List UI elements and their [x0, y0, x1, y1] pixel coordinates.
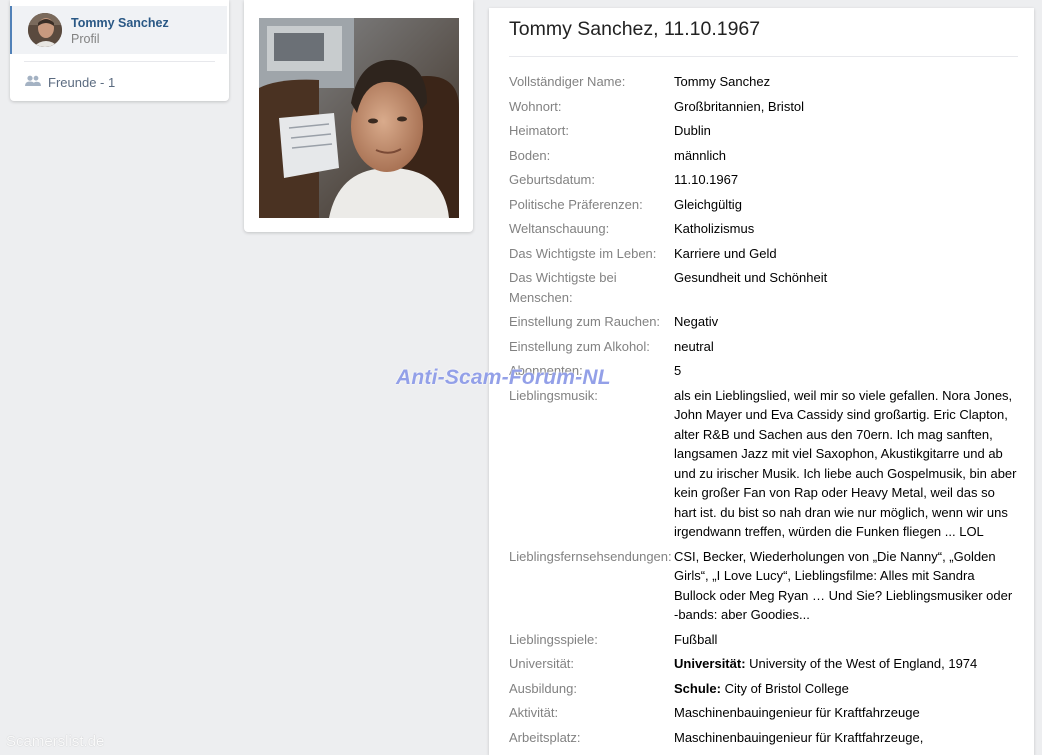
sidebar-profile-name[interactable]: Tommy Sanchez — [71, 16, 169, 30]
friends-icon — [25, 75, 41, 90]
field-label: Politische Präferenzen: — [509, 196, 643, 212]
field-label: Wohnort: — [509, 98, 562, 114]
field-gender: Boden: männlich — [509, 146, 1019, 166]
field-label: Einstellung zum Rauchen: — [509, 314, 661, 329]
field-education: Ausbildung: Schule: City of Bristol Coll… — [509, 679, 1019, 699]
footer-watermark: Scamerslist.de — [6, 733, 105, 750]
field-alcohol: Einstellung zum Alkohol: neutral — [509, 337, 1019, 357]
watermark-overlay: Anti-Scam-Forum-NL — [396, 366, 611, 389]
field-label: Einstellung zum Alkohol: — [509, 338, 650, 354]
field-label: Vollständiger Name: — [509, 74, 626, 89]
field-games: Lieblingsspiele: Fußball — [509, 630, 1019, 650]
field-value[interactable]: Großbritannien, Bristol — [674, 97, 1019, 117]
field-value[interactable]: Universität: University of the West of E… — [674, 654, 1019, 674]
field-value[interactable]: 5 — [674, 361, 1019, 381]
friends-label[interactable]: Freunde - 1 — [48, 75, 115, 90]
field-value: männlich — [674, 147, 727, 163]
field-label: Lieblingsspiele: — [509, 631, 598, 647]
field-value[interactable]: Dublin — [674, 121, 1019, 141]
sidebar-item-friends[interactable]: Freunde - 1 — [25, 75, 115, 90]
sidebar-divider — [24, 61, 215, 62]
value-prefix: Schule: — [674, 680, 721, 696]
field-tv-shows: Lieblingsfernsehsendungen: CSI, Becker, … — [509, 547, 1019, 625]
field-label: Lieblingsmusik: — [509, 387, 598, 403]
field-label: Das Wichtigste im Leben: — [509, 245, 657, 261]
field-label: Weltanschauung: — [509, 221, 610, 236]
field-value: Tommy Sanchez — [674, 74, 771, 89]
field-main-in-life: Das Wichtigste im Leben: Karriere und Ge… — [509, 244, 1019, 264]
field-label: Ausbildung: — [509, 680, 577, 696]
field-residence: Wohnort: Großbritannien, Bristol — [509, 97, 1019, 117]
value-prefix: Universität: — [674, 656, 746, 671]
profile-photo-card — [244, 0, 473, 232]
field-label: Lieblingsfernsehsendungen: — [509, 548, 672, 564]
field-value: neutral — [674, 338, 714, 354]
field-full-name: Vollständiger Name: Tommy Sanchez — [509, 72, 1019, 92]
field-birthdate: Geburtsdatum: 11.10.1967 — [509, 170, 1019, 190]
field-label: Aktivität: — [509, 705, 559, 720]
profile-photo[interactable] — [259, 18, 459, 218]
field-worldview: Weltanschauung: Katholizismus — [509, 219, 1019, 239]
field-label: Boden: — [509, 147, 551, 163]
field-value[interactable]: Schule: City of Bristol College — [674, 679, 1019, 699]
field-value: CSI, Becker, Wiederholungen von „Die Nan… — [674, 548, 1013, 623]
field-value: Negativ — [674, 314, 719, 329]
field-value: Karriere und Geld — [674, 245, 777, 261]
page-title: Tommy Sanchez, 11.10.1967 — [509, 18, 761, 40]
field-value: Maschinenbauingenieur für Kraftfahrzeuge… — [674, 729, 924, 745]
field-label: Universität: — [509, 656, 575, 671]
field-value: Katholizismus — [674, 221, 755, 236]
field-workplace: Arbeitsplatz: Maschinenbauingenieur für … — [509, 728, 1019, 748]
sidebar-profile-link[interactable]: Tommy Sanchez Profil — [10, 6, 227, 54]
field-hometown: Heimatort: Dublin — [509, 121, 1019, 141]
field-music: Lieblingsmusik: als ein Lieblingslied, w… — [509, 386, 1019, 542]
field-value: 11.10.1967 — [674, 172, 739, 187]
field-main-in-people: Das Wichtigste bei Menschen: Gesundheit … — [509, 268, 1019, 307]
field-label: Heimatort: — [509, 123, 569, 138]
field-value: Gleichgültig — [674, 196, 742, 212]
field-label: Arbeitsplatz: — [509, 729, 581, 745]
profile-fields: Vollständiger Name: Tommy Sanchez Wohnor… — [509, 72, 1019, 752]
field-value: als ein Lieblingslied, weil mir so viele… — [674, 387, 1017, 540]
field-activity: Aktivität: Maschinenbauingenieur für Kra… — [509, 703, 1019, 723]
field-political: Politische Präferenzen: Gleichgültig — [509, 195, 1019, 215]
value-text: University of the West of England, 1974 — [745, 656, 978, 671]
left-sidebar: Tommy Sanchez Profil Freunde - 1 — [10, 0, 229, 101]
field-label: Geburtsdatum: — [509, 172, 595, 187]
title-divider — [509, 56, 1018, 57]
avatar — [28, 13, 62, 47]
field-value: Gesundheit und Schönheit — [674, 270, 828, 285]
value-text: City of Bristol College — [720, 680, 849, 696]
field-smoking: Einstellung zum Rauchen: Negativ — [509, 312, 1019, 332]
field-value: Maschinenbauingenieur für Kraftfahrzeuge — [674, 705, 920, 720]
field-label: Das Wichtigste bei Menschen: — [509, 270, 617, 305]
sidebar-profile-sub: Profil — [71, 32, 100, 46]
field-university: Universität: Universität: University of … — [509, 654, 1019, 674]
field-value: Fußball — [674, 631, 718, 647]
